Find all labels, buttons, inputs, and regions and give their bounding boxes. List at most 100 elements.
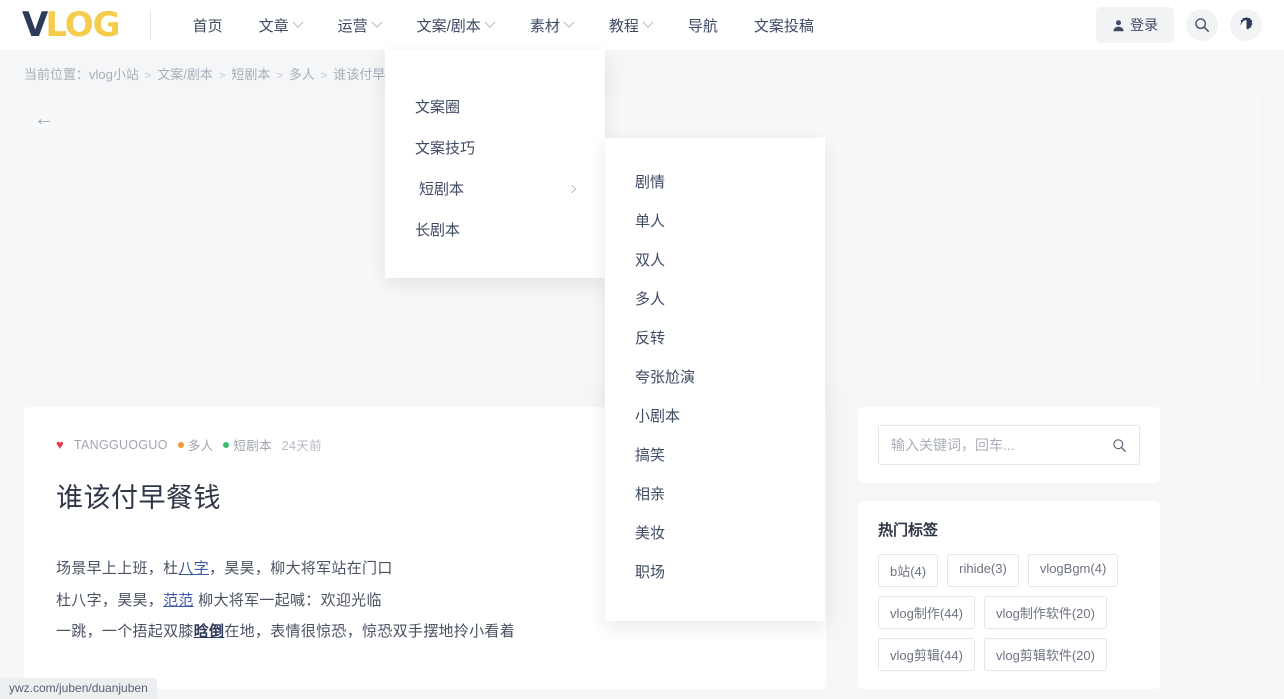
breadcrumb-item-3[interactable]: 多人 [289,67,315,82]
chevron-down-icon [563,17,574,28]
nav-dropdown-wenan: 文案圈文案技巧短剧本长剧本 [385,50,605,278]
submenu-item-3[interactable]: 多人 [605,279,825,318]
chevron-down-icon [484,17,495,28]
nav-item-6[interactable]: 导航 [670,0,736,50]
nav-item-0[interactable]: 首页 [175,0,241,50]
article-text: 一跳，一个捂起双膝 [56,623,194,640]
dropdown-item-0[interactable]: 文案圈 [385,86,605,127]
nav-item-3[interactable]: 文案/剧本 [399,0,512,50]
tag-item-6[interactable]: vlog剪辑软件(20) [984,638,1107,671]
article-text: ，昊昊，柳大将军站在门口 [209,560,393,577]
nav-item-label: 素材 [530,15,560,36]
submenu-item-0[interactable]: 剧情 [605,162,825,201]
nav-item-2[interactable]: 运营 [320,0,399,50]
user-icon [1112,19,1125,32]
search-icon [1194,17,1210,33]
submenu-item-2[interactable]: 双人 [605,240,825,279]
article-text: 杜八字，昊昊， [56,592,163,609]
chevron-right-icon [568,184,576,192]
tag-item-0[interactable]: b站(4) [878,554,938,587]
submenu-item-8[interactable]: 相亲 [605,474,825,513]
breadcrumb-separator: > [321,70,327,82]
chevron-down-icon [642,17,653,28]
chevron-down-icon [292,17,303,28]
breadcrumb-item-2[interactable]: 短剧本 [231,67,270,82]
tag-item-1[interactable]: rihide(3) [947,554,1019,587]
breadcrumb-prefix: 当前位置： [24,67,89,82]
submenu-item-9[interactable]: 美妆 [605,513,825,552]
tag-item-4[interactable]: vlog制作软件(20) [984,596,1107,629]
nav-item-label: 导航 [688,15,718,36]
dark-mode-toggle[interactable] [1230,9,1262,41]
logo-letters-log: LOG [45,8,119,42]
category-dot-green [223,442,229,448]
dropdown-item-label: 短剧本 [419,178,464,199]
dropdown-item-label: 文案技巧 [415,137,475,158]
submenu-item-6[interactable]: 小剧本 [605,396,825,435]
submenu-item-4[interactable]: 反转 [605,318,825,357]
tag-item-3[interactable]: vlog制作(44) [878,596,975,629]
breadcrumb-item-1[interactable]: 文案/剧本 [157,67,213,82]
search-button[interactable] [1186,9,1218,41]
submenu-item-5[interactable]: 夸张尬演 [605,357,825,396]
login-button[interactable]: 登录 [1096,7,1174,43]
article-category-primary[interactable]: 多人 [178,435,214,454]
nav-item-label: 文案/剧本 [417,15,481,36]
hot-tags-card: 热门标签 b站(4) rihide(3) vlogBgm(4) vlog制作(44) v… [858,501,1160,689]
main-nav: 首页 文章 运营 文案/剧本 素材 教程 导航文案投稿 [175,0,832,50]
category-dot-orange [178,442,184,448]
back-arrow-icon[interactable]: ← [34,109,54,129]
article-inline-link[interactable]: 晗倒 [194,623,225,640]
dark-mode-icon [1237,16,1256,35]
dropdown-item-1[interactable]: 文案技巧 [385,127,605,168]
breadcrumb-separator: > [145,70,151,82]
login-label: 登录 [1130,15,1158,35]
site-logo[interactable]: VLOG [22,8,120,42]
search-card [858,407,1160,483]
nav-item-label: 运营 [338,15,368,36]
article-text: 场景早上上班，杜 [56,560,178,577]
search-icon[interactable] [1112,438,1127,453]
sidebar: 热门标签 b站(4) rihide(3) vlogBgm(4) vlog制作(44) v… [858,407,1160,689]
article-category-secondary-label: 短剧本 [233,435,271,454]
nav-item-label: 教程 [609,15,639,36]
breadcrumb: 当前位置：vlog小站>文案/剧本>短剧本>多人>谁该付早餐钱 [0,50,1284,95]
header-actions: 登录 [1096,7,1262,43]
article-text: 柳大将军一起喊：欢迎光临 [194,592,382,609]
article-text: 在地，表情很惊恐，惊恐双手摆地拎小看着 [224,623,515,640]
article-author[interactable]: TANGGUOGUO [74,438,168,452]
nav-item-label: 文章 [259,15,289,36]
sidebar-search-box[interactable] [878,425,1140,465]
article-timestamp: 24天前 [282,435,322,454]
breadcrumb-item-0[interactable]: vlog小站 [89,67,139,82]
article-inline-link[interactable]: 范范 [163,592,194,609]
dropdown-item-label: 文案圈 [415,96,460,117]
dropdown-item-3[interactable]: 长剧本 [385,209,605,250]
nav-item-1[interactable]: 文章 [241,0,320,50]
nav-item-5[interactable]: 教程 [591,0,670,50]
nav-submenu-duanjuben: 剧情单人双人多人反转夸张尬演小剧本搞笑相亲美妆职场 [605,138,825,621]
article-inline-link[interactable]: 八字 [178,560,209,577]
browser-status-bar: ywz.com/juben/duanjuben [0,678,157,699]
logo-letter-v: V [22,8,47,42]
hot-tags-list: b站(4) rihide(3) vlogBgm(4) vlog制作(44) vlog制作… [878,554,1140,671]
search-input[interactable] [891,437,1112,453]
breadcrumb-separator: > [276,70,282,82]
tag-item-2[interactable]: vlogBgm(4) [1028,554,1118,587]
logo-divider [150,10,151,40]
tag-item-5[interactable]: vlog剪辑(44) [878,638,975,671]
article-category-secondary[interactable]: 短剧本 [223,435,271,454]
breadcrumb-separator: > [219,70,225,82]
nav-item-7[interactable]: 文案投稿 [736,0,832,50]
submenu-item-10[interactable]: 职场 [605,552,825,591]
nav-item-4[interactable]: 素材 [512,0,591,50]
chevron-down-icon [371,17,382,28]
submenu-item-7[interactable]: 搞笑 [605,435,825,474]
dropdown-item-2[interactable]: 短剧本 [385,168,605,209]
submenu-item-1[interactable]: 单人 [605,201,825,240]
heart-icon: ♥ [56,437,64,452]
nav-item-label: 首页 [193,15,223,36]
site-header: VLOG 首页 文章 运营 文案/剧本 素材 教程 导航文案投稿 登录 [0,0,1284,50]
article-category-primary-label: 多人 [188,435,214,454]
hot-tags-title: 热门标签 [878,519,1140,540]
